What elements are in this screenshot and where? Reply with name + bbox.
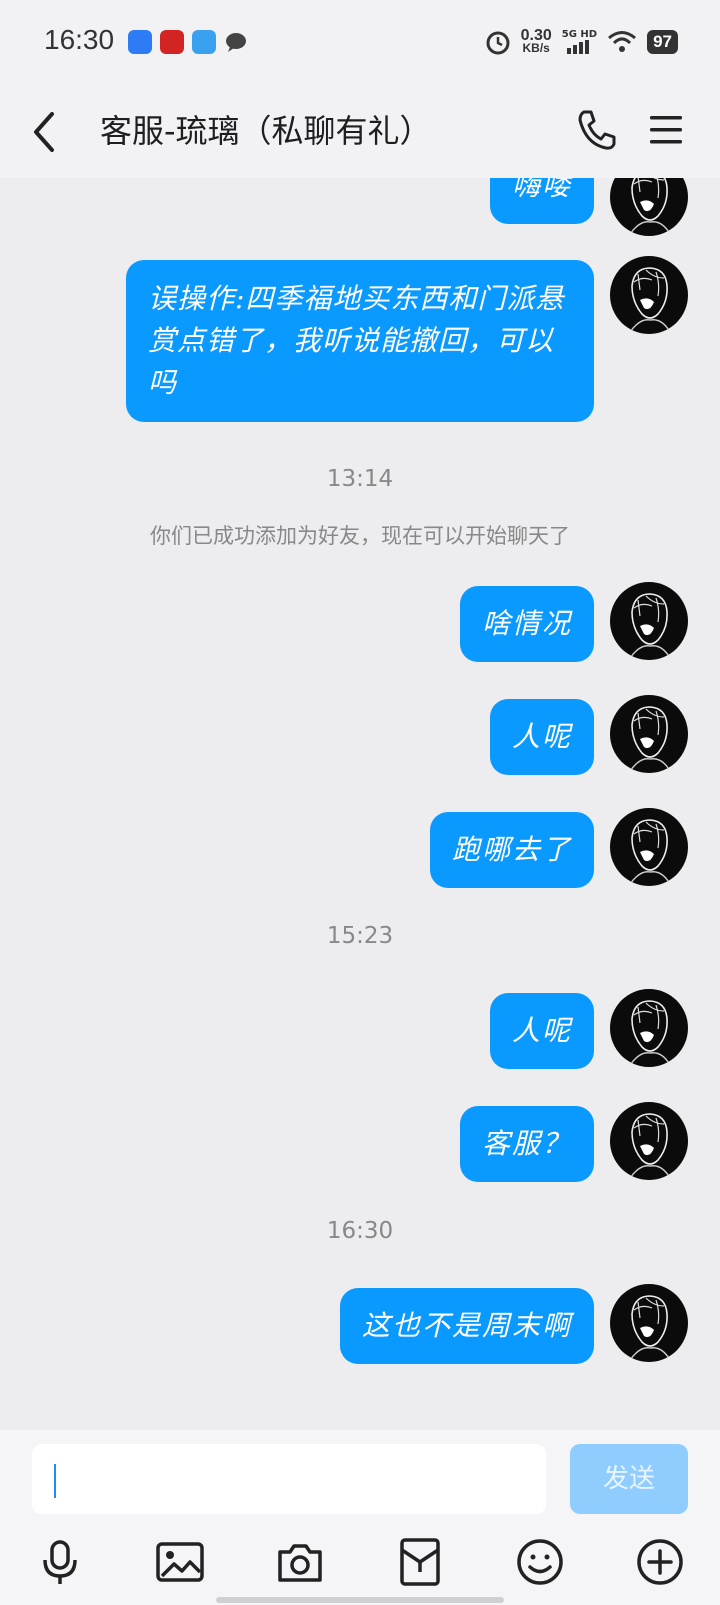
home-indicator[interactable] bbox=[216, 1597, 504, 1603]
input-bar: 发送 bbox=[0, 1430, 720, 1605]
emoji-icon[interactable] bbox=[514, 1536, 566, 1588]
alarm-icon bbox=[486, 31, 510, 55]
app-notification-icon bbox=[192, 30, 216, 54]
signal-icon bbox=[567, 40, 590, 54]
avatar[interactable] bbox=[610, 582, 688, 660]
chat-title: 客服-琉璃（私聊有礼） bbox=[100, 112, 432, 150]
send-button[interactable]: 发送 bbox=[570, 1444, 688, 1514]
message-input[interactable] bbox=[32, 1444, 546, 1514]
image-icon[interactable] bbox=[154, 1536, 206, 1588]
message-bubble[interactable]: 人呢 bbox=[489, 699, 594, 775]
text-caret bbox=[54, 1464, 56, 1498]
system-message: 你们已成功添加为好友，现在可以开始聊天了 bbox=[150, 524, 570, 548]
message-bubble[interactable]: 这也不是周末啊 bbox=[339, 1288, 594, 1364]
avatar[interactable] bbox=[610, 695, 688, 773]
message-bubble[interactable]: 嗨喽 bbox=[489, 178, 594, 224]
message-list[interactable]: 嗨喽 误操作:四季福地买东西和门派悬赏点错了，我听说能撤回，可以吗 13:14 … bbox=[0, 178, 720, 1430]
timestamp: 13:14 bbox=[326, 466, 394, 492]
message-bubble[interactable]: 啥情况 bbox=[459, 586, 594, 662]
status-time: 16:30 bbox=[44, 24, 115, 55]
avatar[interactable] bbox=[610, 989, 688, 1067]
timestamp: 15:23 bbox=[326, 923, 394, 949]
wifi-icon bbox=[608, 31, 637, 52]
plus-icon[interactable] bbox=[634, 1536, 686, 1588]
mic-icon[interactable] bbox=[34, 1536, 86, 1588]
signal: 5G HD bbox=[562, 30, 597, 54]
avatar[interactable] bbox=[610, 1284, 688, 1362]
message-bubble[interactable]: 客服？ bbox=[459, 1106, 594, 1182]
battery-level: 97 bbox=[647, 30, 678, 54]
message-bubble[interactable]: 误操作:四季福地买东西和门派悬赏点错了，我听说能撤回，可以吗 bbox=[126, 260, 594, 422]
avatar[interactable] bbox=[610, 1102, 688, 1180]
chat-header: 客服-琉璃（私聊有礼） bbox=[0, 86, 720, 178]
message-icon bbox=[226, 33, 246, 52]
avatar[interactable] bbox=[610, 808, 688, 886]
menu-icon[interactable] bbox=[648, 110, 684, 150]
camera-icon[interactable] bbox=[274, 1536, 326, 1588]
status-bar: 16:30 0.30 KB/s 5G HD 97 bbox=[0, 0, 720, 86]
avatar[interactable] bbox=[610, 178, 688, 236]
phone-icon[interactable] bbox=[574, 106, 618, 154]
avatar[interactable] bbox=[610, 256, 688, 334]
back-icon[interactable] bbox=[26, 108, 66, 156]
message-bubble[interactable]: 跑哪去了 bbox=[429, 812, 594, 888]
red-packet-icon[interactable] bbox=[394, 1536, 446, 1588]
app-notification-icon bbox=[160, 30, 184, 54]
message-bubble[interactable]: 人呢 bbox=[489, 993, 594, 1069]
app-notification-icon bbox=[128, 30, 152, 54]
network-speed: 0.30 KB/s bbox=[520, 27, 552, 55]
timestamp: 16:30 bbox=[326, 1218, 394, 1244]
